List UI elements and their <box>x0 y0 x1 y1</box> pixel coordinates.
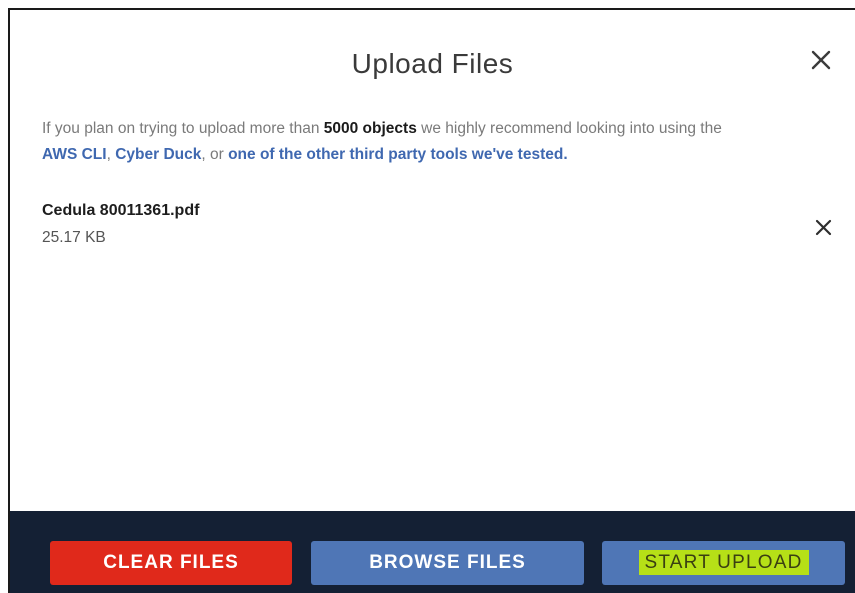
intro-prefix: If you plan on trying to upload more tha… <box>42 120 324 137</box>
intro-middle: we highly recommend looking into using t… <box>416 120 722 137</box>
start-upload-button[interactable]: START UPLOAD <box>602 541 845 585</box>
clear-files-button[interactable]: CLEAR FILES <box>50 541 292 585</box>
dialog-footer: CLEAR FILES BROWSE FILES START UPLOAD <box>10 511 855 593</box>
dialog-title: Upload Files <box>351 48 514 79</box>
upload-recommendation-text: If you plan on trying to upload more tha… <box>42 116 832 168</box>
start-upload-label: START UPLOAD <box>638 550 809 575</box>
intro-highlight: 5000 objects <box>323 120 417 137</box>
screenshot-frame: Upload Files If you plan on trying to up… <box>0 0 855 593</box>
cyber-duck-link[interactable]: Cyber Duck <box>115 146 201 163</box>
intro-separator: , <box>106 146 116 163</box>
file-list-item: Cedula 80011361.pdf 25.17 KB <box>42 202 832 258</box>
intro-separator: , or <box>201 146 229 163</box>
upload-files-dialog: Upload Files If you plan on trying to up… <box>8 8 855 593</box>
close-icon <box>815 219 832 236</box>
browse-files-button[interactable]: BROWSE FILES <box>311 541 584 585</box>
remove-file-button[interactable] <box>812 216 836 240</box>
file-size: 25.17 KB <box>42 229 106 246</box>
dialog-close-button[interactable] <box>807 46 837 76</box>
third-party-tools-link[interactable]: one of the other third party tools we've… <box>228 146 568 163</box>
aws-cli-link[interactable]: AWS CLI <box>42 146 107 163</box>
file-name: Cedula 80011361.pdf <box>42 202 200 219</box>
close-icon <box>811 50 831 70</box>
